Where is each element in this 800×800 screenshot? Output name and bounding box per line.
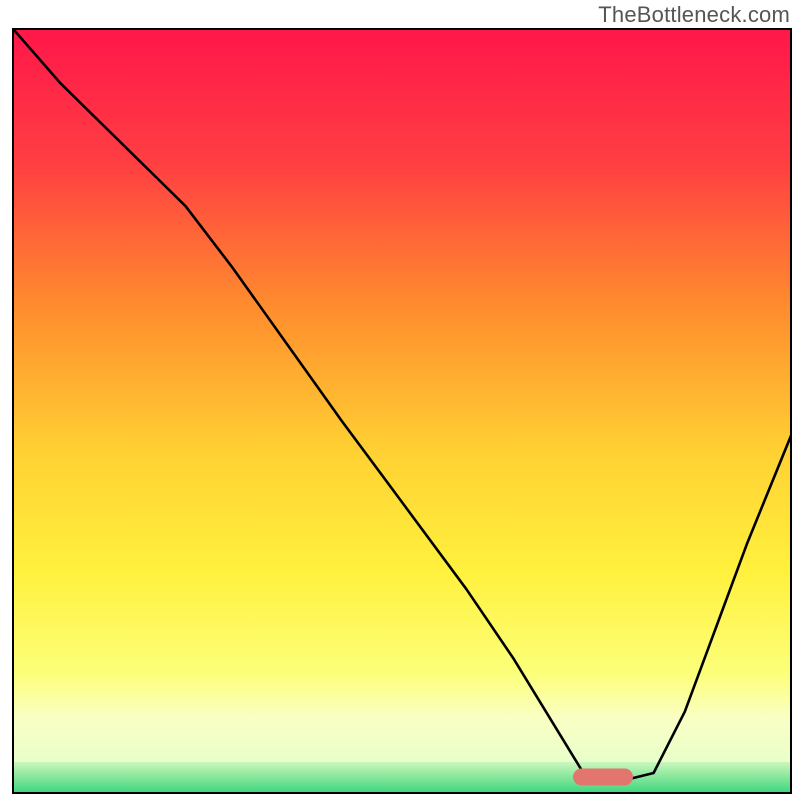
optimum-marker [573,768,633,785]
background-gradient-green [14,762,790,794]
plot-frame [12,28,792,794]
watermark-text: TheBottleneck.com [598,2,790,28]
chart-root: TheBottleneck.com [0,0,800,800]
background-gradient-main [14,30,790,762]
